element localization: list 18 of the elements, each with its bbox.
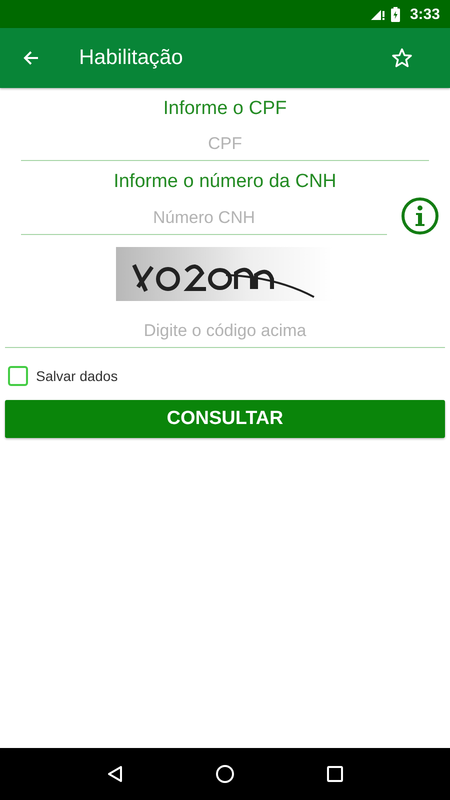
code-field[interactable]: Digite o código acima [5,315,445,348]
back-arrow-icon[interactable] [23,50,39,66]
screen-title: Habilitação [79,46,184,70]
star-icon[interactable] [391,47,413,69]
battery-icon [390,6,400,22]
cpf-label: Informe o CPF [163,98,287,121]
recents-icon[interactable] [326,765,344,783]
checkbox-label: Salvar dados [36,368,118,384]
home-icon[interactable] [214,764,235,784]
status-time: 3:33 [410,6,440,22]
consult-button[interactable]: CONSULTAR [5,400,445,438]
info-icon[interactable] [401,197,439,235]
cnh-label: Informe o número da CNH [114,171,336,194]
cpf-field[interactable]: CPF [21,128,429,161]
checkbox[interactable] [8,366,28,386]
cnh-field[interactable]: Número CNH [21,202,387,234]
signal-icon [370,8,385,20]
back-icon[interactable] [106,765,124,783]
